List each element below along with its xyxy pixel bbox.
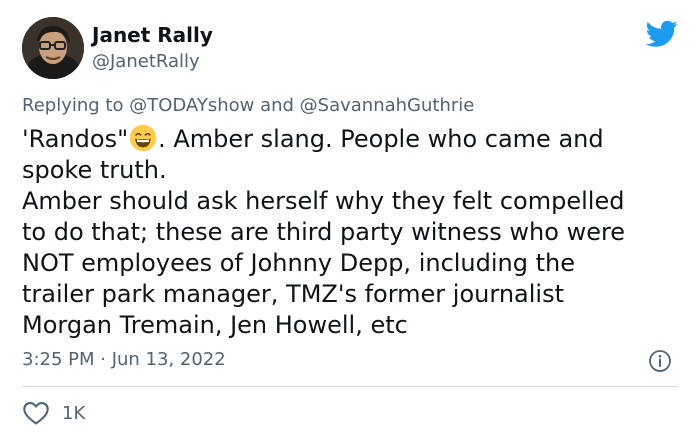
- tweet-text-rest: . Amber slang. People who came and spoke…: [22, 125, 626, 339]
- author-handle[interactable]: @JanetRally: [92, 51, 200, 72]
- mention-savannahguthrie[interactable]: @SavannahGuthrie: [300, 95, 475, 116]
- info-icon[interactable]: [648, 349, 672, 373]
- reply-prefix: Replying to: [22, 95, 130, 116]
- heart-icon[interactable]: [22, 400, 50, 426]
- tweet-text-start: 'Randos": [22, 125, 129, 153]
- avatar[interactable]: [22, 17, 84, 79]
- like-action[interactable]: 1K: [22, 398, 85, 428]
- like-count: 1K: [62, 402, 86, 424]
- twitter-bird-icon[interactable]: [646, 20, 678, 48]
- tweet-text: 'Randos". Amber slang. People who came a…: [22, 124, 682, 341]
- reply-context: Replying to @TODAYshow and @SavannahGuth…: [22, 95, 474, 116]
- reply-joiner: and: [254, 95, 300, 116]
- divider: [22, 386, 678, 387]
- mention-todayshow[interactable]: @TODAYshow: [129, 95, 254, 116]
- author-name[interactable]: Janet Rally: [92, 23, 213, 47]
- grinning-face-emoji: [129, 124, 157, 152]
- tweet-timestamp[interactable]: 3:25 PM · Jun 13, 2022: [22, 349, 226, 370]
